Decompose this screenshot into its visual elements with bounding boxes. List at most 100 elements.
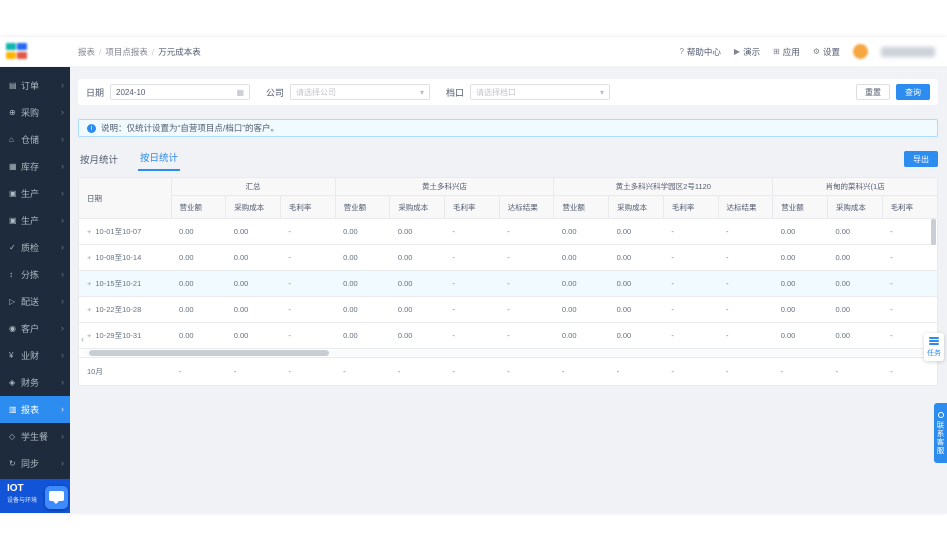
topbar-action-help[interactable]: ? 帮助中心	[679, 46, 720, 58]
chevron-right-icon: ›	[61, 107, 64, 117]
logo-square	[6, 51, 16, 59]
sidebar-item-label: 分拣	[21, 270, 40, 280]
tab-monthly[interactable]: 按月统计	[78, 152, 120, 171]
app-logo[interactable]	[6, 43, 30, 60]
value-cell: 0.00	[389, 218, 445, 245]
scroll-left-icon[interactable]: ‹	[81, 335, 84, 344]
stall-select[interactable]	[476, 87, 601, 97]
vertical-scrollbar-thumb[interactable]	[931, 219, 936, 245]
sidebar-item-delivery[interactable]: ▷ 配送 ›	[0, 288, 70, 315]
sidebar-item-order[interactable]: ▤ 订单 ›	[0, 72, 70, 99]
chevron-right-icon: ›	[61, 404, 64, 414]
value-cell: -	[280, 296, 336, 323]
filter-bar: 日期 ▦ 公司 ▾ 档口 ▾ 重置	[78, 79, 938, 105]
value-cell: 0.00	[553, 296, 609, 323]
sidebar-item-production-2[interactable]: ▣ 生产 ›	[0, 207, 70, 234]
summary-cell: -	[663, 357, 719, 385]
company-select[interactable]	[296, 87, 421, 97]
breadcrumb-item[interactable]: 万元成本表	[158, 46, 201, 58]
date-range: 10-01至10-07	[95, 227, 142, 236]
query-button[interactable]: 查询	[896, 84, 930, 100]
value-cell: -	[280, 322, 336, 349]
sidebar-item-label: 同步	[21, 459, 40, 469]
export-button[interactable]: 导出	[904, 151, 938, 167]
sidebar-item-sync[interactable]: ↻ 同步 ›	[0, 450, 70, 477]
user-name-redacted[interactable]	[881, 46, 935, 57]
user-avatar[interactable]	[853, 44, 868, 59]
contact-service-button[interactable]: 联系客服	[934, 403, 947, 463]
vertical-scrollbar-track[interactable]	[931, 219, 936, 336]
reset-button[interactable]: 重置	[856, 84, 890, 100]
horizontal-scrollbar-thumb[interactable]	[89, 350, 329, 356]
breadcrumb-separator: /	[151, 46, 155, 57]
breadcrumb-separator: /	[99, 46, 102, 57]
summary-cell: -	[827, 357, 883, 385]
sidebar-item-report[interactable]: ▥ 报表 ›	[0, 396, 70, 423]
value-cell: 0.00	[389, 270, 445, 297]
sidebar-item-production[interactable]: ▣ 生产 ›	[0, 180, 70, 207]
table-row[interactable]: +10-22至10-28 0.00 0.00-0.00 0.00- -0.00 0.00-…	[79, 296, 937, 323]
expand-icon[interactable]: +	[87, 253, 91, 262]
column-header: 营业额	[335, 195, 391, 219]
table-group-header-row: 日期 汇总 黄土多科兴店 黄土多科兴科学园区2号1120 肖甸的菜科兴(1店	[79, 178, 937, 219]
breadcrumb-item[interactable]: 项目点报表	[105, 46, 148, 58]
sorting-icon: ↕	[9, 270, 13, 279]
sidebar-item-label: 质检	[21, 243, 40, 253]
sidebar-item-inventory[interactable]: ▦ 库存 ›	[0, 153, 70, 180]
topbar-action-demo[interactable]: ▶ 演示	[734, 46, 760, 58]
tab-daily[interactable]: 按日统计	[138, 150, 181, 171]
table-row[interactable]: +10-08至10-14 0.00 0.00-0.00 0.00- -0.00 0.00-…	[79, 244, 937, 271]
date-input-box[interactable]: ▦	[110, 84, 251, 100]
value-cell: 0.00	[608, 322, 664, 349]
value-cell: 0.00	[389, 244, 445, 271]
horizontal-scrollbar-track[interactable]	[81, 350, 935, 356]
value-cell: 0.00	[772, 296, 828, 323]
topbar-action-settings[interactable]: ⚙ 设置	[813, 46, 840, 58]
gear-icon: ⚙	[812, 47, 820, 56]
sidebar-item-purchase[interactable]: ⊕ 采购 ›	[0, 99, 70, 126]
sidebar-item-label: 库存	[21, 162, 40, 172]
table-row[interactable]: +10-15至10-21 0.00 0.00-0.00 0.00- -0.00 0.00-…	[79, 270, 937, 297]
breadcrumb-item[interactable]: 报表	[78, 46, 95, 58]
sidebar-item-finance[interactable]: ◈ 财务 ›	[0, 369, 70, 396]
value-cell: 0.00	[553, 218, 609, 245]
report-chart-icon: ▥	[9, 405, 17, 414]
company-select-box[interactable]: ▾	[290, 84, 431, 100]
sidebar-item-customer[interactable]: ◉ 客户 ›	[0, 315, 70, 342]
column-header: 采购成本	[389, 195, 446, 219]
value-cell: 0.00	[335, 244, 390, 271]
stall-select-box[interactable]: ▾	[470, 84, 611, 100]
sidebar-item-student-meal[interactable]: ◇ 学生餐 ›	[0, 423, 70, 450]
value-cell: -	[499, 322, 554, 349]
summary-cell: -	[335, 357, 390, 385]
table-row[interactable]: +10-01至10-07 0.00 0.00-0.00 0.00- -0.00 0.00-…	[79, 218, 937, 245]
question-circle-icon: ?	[679, 47, 684, 56]
sidebar-item-business-finance[interactable]: ¥ 业财 ›	[0, 342, 70, 369]
date-input[interactable]	[116, 87, 237, 97]
value-cell: 0.00	[225, 218, 281, 245]
sidebar-item-warehouse[interactable]: ⌂ 仓储 ›	[0, 126, 70, 153]
expand-icon[interactable]: +	[87, 331, 91, 340]
value-cell: -	[444, 218, 500, 245]
summary-row: 10月 - - - - - - - - - - - - - -	[79, 357, 937, 385]
table-row[interactable]: +10-29至10-31 0.00 0.00-0.00 0.00- -0.00 0.00-…	[79, 322, 937, 349]
summary-cell: -	[171, 357, 226, 385]
chat-bubble-icon[interactable]	[45, 486, 68, 509]
expand-icon[interactable]: +	[87, 305, 91, 314]
logo-square	[17, 51, 27, 59]
value-cell: 0.00	[772, 244, 828, 271]
stats-table: 日期 汇总 黄土多科兴店 黄土多科兴科学园区2号1120 肖甸的菜科兴(1店 营业额 采购…	[79, 178, 937, 385]
date-cell: +10-08至10-14	[79, 244, 171, 271]
value-cell: 0.00	[608, 244, 664, 271]
task-widget[interactable]: 任务	[924, 333, 944, 361]
topbar-action-apps[interactable]: ⊞ 应用	[773, 46, 800, 58]
sidebar-item-quality[interactable]: ✓ 质检 ›	[0, 234, 70, 261]
expand-icon[interactable]: +	[87, 227, 91, 236]
play-circle-icon: ▶	[733, 47, 741, 56]
sidebar-item-sorting[interactable]: ↕ 分拣 ›	[0, 261, 70, 288]
iot-panel[interactable]: IOT 设备与环境	[0, 479, 70, 513]
expand-icon[interactable]: +	[87, 279, 91, 288]
filter-buttons: 重置 查询	[856, 84, 930, 100]
info-alert-text: 说明：仅统计设置为“自营项目点/档口”的客户。	[101, 123, 280, 133]
logo-square	[6, 43, 16, 50]
